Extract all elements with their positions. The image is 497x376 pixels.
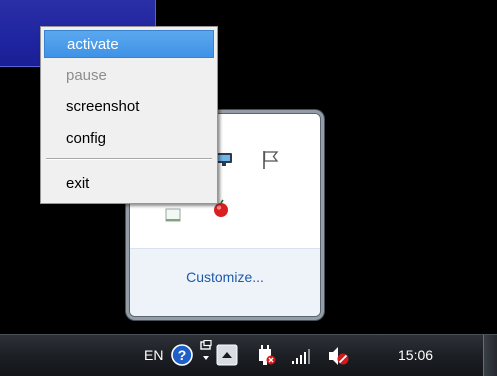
menu-item-config[interactable]: config [44, 125, 214, 153]
volume-muted-icon[interactable] [326, 344, 352, 368]
menu-item-exit[interactable]: exit [44, 170, 214, 198]
language-indicator[interactable]: EN [144, 347, 163, 363]
tray-context-menu: activate pause screenshot config exit [40, 26, 218, 204]
taskbar: EN ? 15:06 [0, 334, 497, 376]
power-plug-icon[interactable] [256, 343, 278, 367]
touch-pen-icon[interactable] [198, 340, 214, 370]
help-icon[interactable]: ? [170, 343, 194, 367]
show-hidden-icons-button[interactable] [216, 344, 238, 366]
taskbar-clock[interactable]: 15:06 [398, 347, 433, 363]
menu-item-pause[interactable]: pause [44, 62, 214, 90]
customize-link[interactable]: Customize... [130, 269, 320, 285]
action-center-flag-icon[interactable] [260, 149, 282, 171]
signal-bars-icon[interactable] [290, 347, 316, 365]
show-desktop-button[interactable] [483, 335, 497, 376]
menu-separator [46, 158, 212, 160]
menu-item-activate[interactable]: activate [44, 30, 214, 58]
menu-item-screenshot[interactable]: screenshot [44, 93, 214, 121]
tray-app-icon[interactable] [164, 206, 182, 224]
svg-text:?: ? [178, 347, 187, 363]
